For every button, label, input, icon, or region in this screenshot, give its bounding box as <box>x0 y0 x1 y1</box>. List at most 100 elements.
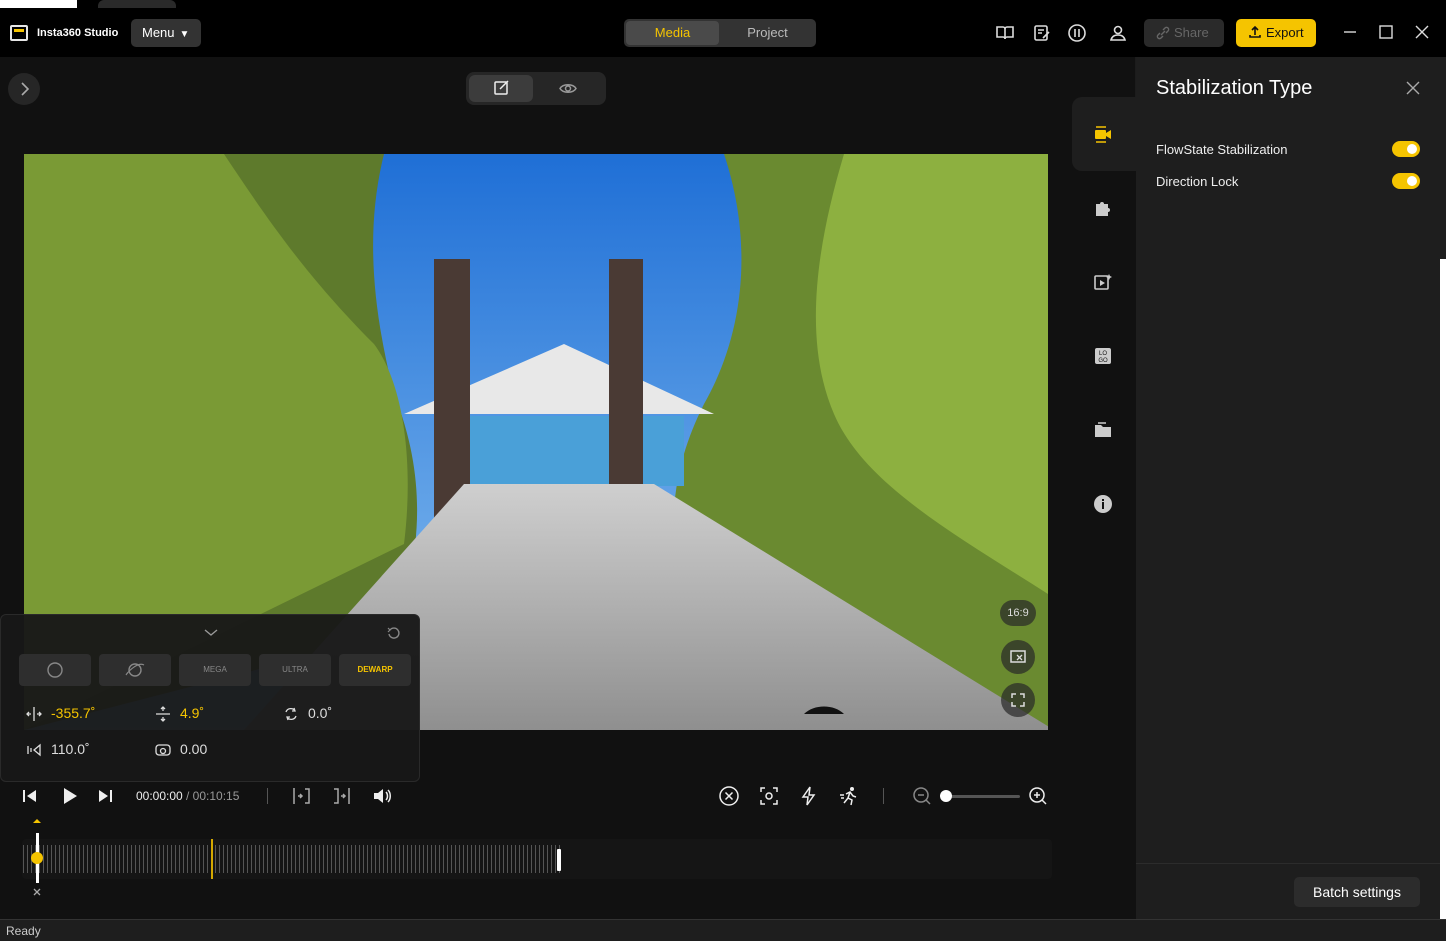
speed-run-icon[interactable] <box>838 785 860 807</box>
status-bar: Ready <box>0 919 1446 941</box>
logo-icon[interactable]: LOGO <box>1093 346 1113 366</box>
main-area: 16:9 MEGA ULTRA DEWARP -355.7˚ 4.9˚ 0.0˚ <box>0 57 1135 919</box>
minimize-icon[interactable] <box>1340 22 1360 42</box>
fullscreen-button[interactable] <box>1001 683 1035 717</box>
distance-value: 0.00 <box>180 741 208 757</box>
panel-footer-divider <box>1136 863 1440 864</box>
close-icon[interactable] <box>1404 79 1422 97</box>
zoom-out-icon[interactable] <box>911 785 933 807</box>
fullscreen-icon <box>1011 693 1025 707</box>
flowstate-toggle[interactable] <box>1392 141 1420 157</box>
tilt-param[interactable]: 4.9˚ <box>154 705 204 726</box>
export-label: Export <box>1266 25 1304 40</box>
circle-lens-icon <box>47 662 63 678</box>
share-label: Share <box>1174 25 1209 40</box>
tab-media[interactable]: Media <box>626 21 719 45</box>
folder-icon[interactable] <box>1093 420 1113 440</box>
title-bar: Insta360 Studio Menu ▼ Media Project Shar… <box>0 8 1446 57</box>
lens-mode-label: MEGA <box>203 665 227 674</box>
fov-param[interactable]: 110.0˚ <box>25 741 90 762</box>
roll-value: 0.0˚ <box>308 705 333 721</box>
info-icon[interactable] <box>1093 494 1113 514</box>
zoom-slider-handle[interactable] <box>940 790 952 802</box>
background-window-edge <box>1440 259 1446 919</box>
zoom-slider[interactable] <box>946 795 1020 798</box>
close-icon[interactable] <box>32 887 42 897</box>
badge-icon[interactable] <box>1067 23 1087 43</box>
share-button[interactable]: Share <box>1144 19 1224 47</box>
remove-keyframe-icon[interactable] <box>718 785 740 807</box>
fov-value: 110.0˚ <box>51 741 90 757</box>
view-mode-switch <box>466 72 606 105</box>
lens-mode-label: DEWARP <box>357 665 393 674</box>
lens-mode-planet[interactable] <box>99 654 171 686</box>
divider <box>883 788 884 804</box>
trim-start-icon[interactable] <box>291 785 313 807</box>
stabilization-panel: Stabilization Type FlowState Stabilizati… <box>1136 57 1440 919</box>
skip-forward-icon[interactable] <box>94 785 116 807</box>
close-icon[interactable] <box>1412 22 1432 42</box>
trim-end-icon[interactable] <box>330 785 352 807</box>
total-time: / 00:10:15 <box>186 789 240 803</box>
video-effects-icon[interactable] <box>1093 272 1113 292</box>
window-tab[interactable] <box>0 0 77 8</box>
upload-icon <box>1249 25 1261 38</box>
zoom-in-icon[interactable] <box>1027 785 1049 807</box>
direction-lock-toggle[interactable] <box>1392 173 1420 189</box>
user-icon[interactable] <box>1108 23 1128 43</box>
crop-button[interactable] <box>1001 640 1035 674</box>
lens-mode-natural[interactable] <box>19 654 91 686</box>
menu-label: Menu <box>142 25 175 40</box>
plugin-puzzle-icon[interactable] <box>1093 198 1113 218</box>
flash-icon[interactable] <box>798 785 820 807</box>
waveform-graphic <box>22 839 562 879</box>
stabilization-camera-icon[interactable] <box>1093 124 1113 144</box>
lens-panel: MEGA ULTRA DEWARP -355.7˚ 4.9˚ 0.0˚ 110.… <box>0 614 420 782</box>
pan-value: -355.7˚ <box>51 705 96 721</box>
planet-lens-icon <box>125 663 145 677</box>
batch-settings-button[interactable]: Batch settings <box>1294 877 1420 907</box>
mode-switch: Media Project <box>624 19 816 47</box>
svg-text:LO: LO <box>1099 351 1107 357</box>
lens-mode-ultra[interactable]: ULTRA <box>259 654 331 686</box>
divider <box>267 788 268 804</box>
flowstate-label: FlowState Stabilization <box>1156 142 1288 157</box>
edit-icon <box>494 80 509 95</box>
edit-note-icon[interactable] <box>1032 23 1052 43</box>
lens-mode-dewarp[interactable]: DEWARP <box>339 654 411 686</box>
volume-icon[interactable] <box>371 785 393 807</box>
distance-param[interactable]: 0.00 <box>154 741 207 762</box>
pan-icon <box>26 707 42 721</box>
direction-lock-label: Direction Lock <box>1156 174 1239 189</box>
tab-project[interactable]: Project <box>721 21 814 45</box>
current-time: 00:00:00 <box>136 789 183 803</box>
fov-icon <box>27 743 41 757</box>
lens-mode-mega[interactable]: MEGA <box>179 654 251 686</box>
edit-view-button[interactable] <box>469 75 533 102</box>
roll-param[interactable]: 0.0˚ <box>282 705 332 726</box>
maximize-icon[interactable] <box>1376 22 1396 42</box>
collapse-chevron-icon[interactable] <box>202 627 220 639</box>
skip-back-icon[interactable] <box>19 785 41 807</box>
svg-text:GO: GO <box>1098 358 1108 364</box>
reset-icon[interactable] <box>386 625 402 641</box>
export-button[interactable]: Export <box>1236 19 1316 47</box>
window-tab-strip <box>0 0 1446 8</box>
play-icon[interactable] <box>58 785 80 807</box>
book-icon[interactable] <box>995 23 1015 43</box>
window-tab[interactable] <box>98 0 176 8</box>
distance-icon <box>155 744 171 756</box>
timeline-track[interactable] <box>22 839 1052 879</box>
rotate-icon <box>285 707 297 721</box>
tracking-icon[interactable] <box>758 785 780 807</box>
crop-icon <box>1010 650 1026 663</box>
menu-button[interactable]: Menu ▼ <box>131 19 201 47</box>
aspect-ratio-badge[interactable]: 16:9 <box>1000 600 1036 626</box>
expand-sidebar-button[interactable] <box>8 73 40 105</box>
pan-param[interactable]: -355.7˚ <box>25 705 95 726</box>
eye-icon[interactable] <box>536 75 600 102</box>
tilt-icon <box>156 706 170 722</box>
status-text: Ready <box>6 924 41 938</box>
app-logo-icon <box>10 25 28 41</box>
window-edge <box>1440 57 1446 259</box>
